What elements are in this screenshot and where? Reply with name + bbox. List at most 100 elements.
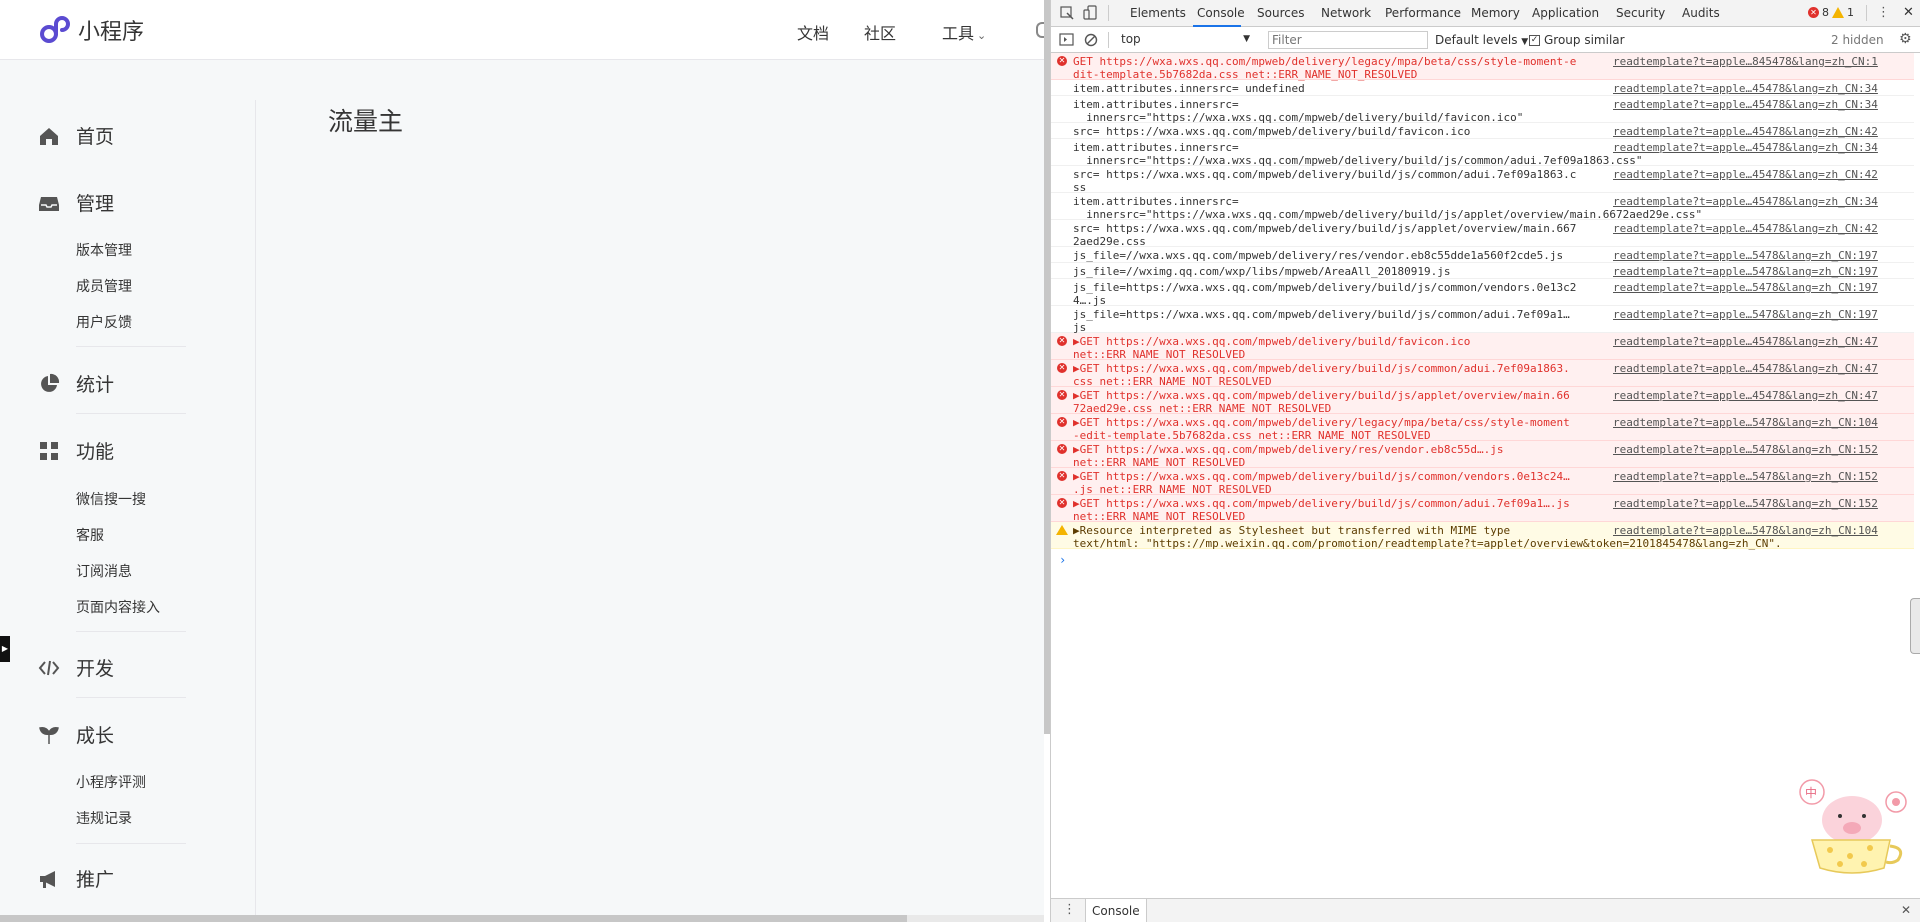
console-message-text: js_file=//wxa.wxs.qq.com/mpweb/delivery/… [1073, 249, 1564, 262]
context-select[interactable]: top ▼ [1118, 30, 1254, 49]
nav-tools[interactable]: 工具 ⌄ [942, 20, 986, 44]
source-link[interactable]: readtemplate?t=apple…5478&lang=zh_CN:197 [1613, 249, 1878, 262]
console-message-log[interactable]: src= https://wxa.wxs.qq.com/mpweb/delive… [1051, 220, 1914, 248]
close-icon[interactable]: ✕ [1903, 5, 1914, 20]
console-message-text: ▶GET https://wxa.wxs.qq.com/mpweb/delive… [1073, 335, 1471, 361]
console-message-error[interactable]: ✕ ▶GET https://wxa.wxs.qq.com/mpweb/deliv… [1051, 360, 1914, 388]
sidebar-subitem[interactable]: 成员管理 [76, 276, 132, 296]
source-link[interactable]: readtemplate?t=apple…45478&lang=zh_CN:42 [1613, 168, 1878, 181]
close-icon[interactable]: ✕ [1901, 903, 1911, 917]
tab-elements[interactable]: Elements [1130, 6, 1186, 20]
issue-counter[interactable]: ✕ 8 1 [1808, 6, 1854, 19]
source-link[interactable]: readtemplate?t=apple…45478&lang=zh_CN:34 [1613, 195, 1878, 208]
sidebar-subitem[interactable]: 小程序评测 [76, 772, 146, 792]
sidebar-item-promote[interactable]: 推广 [38, 865, 114, 892]
console-message-log[interactable]: js_file=//wximg.qq.com/wxp/libs/mpweb/Ar… [1051, 263, 1914, 279]
source-link[interactable]: readtemplate?t=apple…45478&lang=zh_CN:42 [1613, 125, 1878, 138]
expand-arrow-icon[interactable]: ▶ [0, 636, 10, 662]
tab-console[interactable]: Console [1197, 6, 1245, 20]
device-toggle-icon[interactable] [1083, 5, 1099, 21]
source-link[interactable]: readtemplate?t=apple…45478&lang=zh_CN:34 [1613, 82, 1878, 95]
sidebar-subitem[interactable]: 版本管理 [76, 240, 132, 260]
source-link[interactable]: readtemplate?t=apple…45478&lang=zh_CN:47 [1613, 335, 1878, 348]
source-link[interactable]: readtemplate?t=apple…45478&lang=zh_CN:47 [1613, 362, 1878, 375]
console-message-log[interactable]: js_file=https://wxa.wxs.qq.com/mpweb/del… [1051, 306, 1914, 334]
group-similar-toggle[interactable]: ✓ Group similar [1529, 33, 1625, 47]
source-link[interactable]: readtemplate?t=apple…5478&lang=zh_CN:152 [1613, 470, 1878, 483]
nav-docs[interactable]: 文档 [797, 20, 829, 44]
source-link[interactable]: readtemplate?t=apple…45478&lang=zh_CN:42 [1613, 222, 1878, 235]
group-similar-label: Group similar [1544, 33, 1625, 47]
more-options-icon[interactable]: ⋮ [1877, 5, 1890, 20]
source-link[interactable]: readtemplate?t=apple…5478&lang=zh_CN:197 [1613, 308, 1878, 321]
console-message-log[interactable]: js_file=//wxa.wxs.qq.com/mpweb/delivery/… [1051, 247, 1914, 263]
sidebar-subitem[interactable]: 订阅消息 [76, 561, 132, 581]
filter-input[interactable] [1268, 31, 1428, 49]
console-message-error[interactable]: ✕ ▶GET https://wxa.wxs.qq.com/mpweb/deliv… [1051, 387, 1914, 415]
sidebar-subitem[interactable]: 用户反馈 [76, 312, 132, 332]
gear-icon[interactable]: ⚙ [1899, 31, 1912, 47]
source-link[interactable]: readtemplate?t=apple…5478&lang=zh_CN:197 [1613, 281, 1878, 294]
console-message-warning[interactable]: ▶Resource interpreted as Stylesheet but … [1051, 522, 1914, 550]
logo-icon [40, 16, 70, 43]
source-link[interactable]: readtemplate?t=apple…45478&lang=zh_CN:34 [1613, 98, 1878, 111]
console-message-error[interactable]: ✕ ▶GET https://wxa.wxs.qq.com/mpweb/deliv… [1051, 441, 1914, 469]
sidebar-item-growth[interactable]: 成长 [38, 721, 114, 748]
tab-security[interactable]: Security [1616, 6, 1665, 20]
sidebar-subitem[interactable]: 客服 [76, 525, 104, 545]
source-link[interactable]: readtemplate?t=apple…5478&lang=zh_CN:152 [1613, 497, 1878, 510]
tab-network[interactable]: Network [1321, 6, 1371, 20]
console-message-log[interactable]: item.attributes.innersrc= innersrc="http… [1051, 139, 1914, 167]
checkbox-checked-icon[interactable]: ✓ [1529, 34, 1540, 46]
side-drag-handle[interactable] [1910, 598, 1920, 654]
source-link[interactable]: readtemplate?t=apple…5478&lang=zh_CN:152 [1613, 443, 1878, 456]
console-message-log[interactable]: src= https://wxa.wxs.qq.com/mpweb/delive… [1051, 123, 1914, 139]
source-link[interactable]: readtemplate?t=apple…5478&lang=zh_CN:104 [1613, 524, 1878, 537]
sidebar-toggle-icon[interactable] [1059, 32, 1075, 48]
console-message-error[interactable]: ✕ ▶GET https://wxa.wxs.qq.com/mpweb/deliv… [1051, 495, 1914, 523]
console-message-error[interactable]: ✕ ▶GET https://wxa.wxs.qq.com/mpweb/deliv… [1051, 414, 1914, 442]
sidebar-subitem[interactable]: 页面内容接入 [76, 597, 160, 617]
logo[interactable]: 小程序 [38, 14, 144, 46]
sidebar-subitem[interactable]: 微信搜一搜 [76, 489, 146, 509]
log-levels-dropdown[interactable]: Default levels ▼ [1435, 33, 1528, 47]
source-link[interactable]: readtemplate?t=apple…5478&lang=zh_CN:104 [1613, 416, 1878, 429]
tab-sources[interactable]: Sources [1257, 6, 1304, 20]
divider [76, 413, 186, 414]
console-message-log[interactable]: src= https://wxa.wxs.qq.com/mpweb/delive… [1051, 166, 1914, 194]
console-message-log[interactable]: js_file=https://wxa.wxs.qq.com/mpweb/del… [1051, 279, 1914, 307]
console-message-log[interactable]: item.attributes.innersrc= innersrc="http… [1051, 193, 1914, 221]
sidebar-item-develop[interactable]: 开发 [38, 654, 114, 681]
console-message-log[interactable]: item.attributes.innersrc= innersrc="http… [1051, 96, 1914, 124]
source-link[interactable]: readtemplate?t=apple…45478&lang=zh_CN:47 [1613, 389, 1878, 402]
sidebar-item-home[interactable]: 首页 [38, 122, 114, 149]
console-message-text: src= https://wxa.wxs.qq.com/mpweb/delive… [1073, 168, 1577, 194]
dropdown-arrow-icon: ▼ [1243, 34, 1250, 44]
tab-audits[interactable]: Audits [1682, 6, 1720, 20]
tab-performance[interactable]: Performance [1385, 6, 1461, 20]
sidebar-item-features[interactable]: 功能 [38, 437, 114, 464]
sidebar-subitem[interactable]: 违规记录 [76, 808, 132, 828]
console-message-text: src= https://wxa.wxs.qq.com/mpweb/delive… [1073, 125, 1471, 138]
sidebar-item-stats[interactable]: 统计 [38, 370, 114, 397]
sidebar-item-manage[interactable]: 管理 [38, 189, 114, 216]
source-link[interactable]: readtemplate?t=apple…45478&lang=zh_CN:34 [1613, 141, 1878, 154]
tab-memory[interactable]: Memory [1471, 6, 1520, 20]
console-message-error[interactable]: ✕ ▶GET https://wxa.wxs.qq.com/mpweb/deliv… [1051, 468, 1914, 496]
tab-application[interactable]: Application [1532, 6, 1599, 20]
scrollbar-thumb[interactable] [0, 915, 907, 922]
console-prompt-icon[interactable]: › [1059, 553, 1066, 567]
console-message-log[interactable]: item.attributes.innersrc= undefined readt… [1051, 80, 1914, 96]
source-link[interactable]: readtemplate?t=apple…845478&lang=zh_CN:1 [1613, 55, 1878, 68]
console-message-error[interactable]: ✕ ▶GET https://wxa.wxs.qq.com/mpweb/deliv… [1051, 333, 1914, 361]
console-message-error[interactable]: ✕ GET https://wxa.wxs.qq.com/mpweb/delive… [1051, 53, 1914, 81]
source-link[interactable]: readtemplate?t=apple…5478&lang=zh_CN:197 [1613, 265, 1878, 278]
inspect-element-icon[interactable] [1059, 5, 1075, 21]
nav-community[interactable]: 社区 [864, 20, 896, 44]
clear-console-icon[interactable] [1083, 32, 1099, 48]
horizontal-scrollbar[interactable] [0, 915, 1044, 922]
drawer-menu-icon[interactable]: ⋮ [1063, 902, 1076, 917]
drawer-tab-console[interactable]: Console [1085, 899, 1147, 922]
divider [76, 697, 186, 698]
pig-in-cup-mascot[interactable]: 中 [1794, 776, 1914, 880]
